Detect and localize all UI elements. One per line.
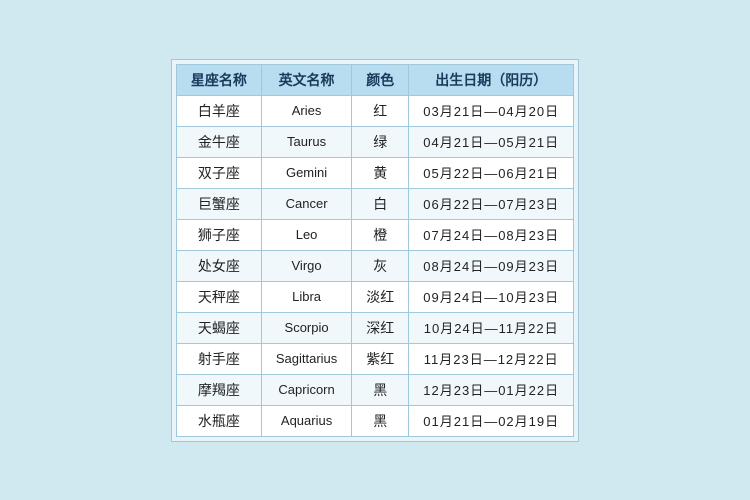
cell-chinese-name: 金牛座 (176, 126, 261, 157)
cell-color: 灰 (352, 250, 409, 281)
cell-color: 深红 (352, 312, 409, 343)
cell-color: 红 (352, 95, 409, 126)
cell-english-name: Capricorn (261, 374, 351, 405)
cell-color: 白 (352, 188, 409, 219)
cell-english-name: Scorpio (261, 312, 351, 343)
cell-date: 04月21日—05月21日 (409, 126, 574, 157)
table-row: 白羊座Aries红03月21日—04月20日 (176, 95, 573, 126)
cell-english-name: Cancer (261, 188, 351, 219)
table-row: 天蝎座Scorpio深红10月24日—11月22日 (176, 312, 573, 343)
cell-date: 11月23日—12月22日 (409, 343, 574, 374)
cell-english-name: Libra (261, 281, 351, 312)
cell-chinese-name: 水瓶座 (176, 405, 261, 436)
zodiac-table: 星座名称 英文名称 颜色 出生日期（阳历） 白羊座Aries红03月21日—04… (176, 64, 574, 437)
table-row: 狮子座Leo橙07月24日—08月23日 (176, 219, 573, 250)
zodiac-table-body: 白羊座Aries红03月21日—04月20日金牛座Taurus绿04月21日—0… (176, 95, 573, 436)
cell-date: 08月24日—09月23日 (409, 250, 574, 281)
cell-date: 01月21日—02月19日 (409, 405, 574, 436)
cell-english-name: Virgo (261, 250, 351, 281)
table-row: 处女座Virgo灰08月24日—09月23日 (176, 250, 573, 281)
cell-english-name: Gemini (261, 157, 351, 188)
cell-chinese-name: 射手座 (176, 343, 261, 374)
cell-english-name: Leo (261, 219, 351, 250)
cell-color: 橙 (352, 219, 409, 250)
table-header-row: 星座名称 英文名称 颜色 出生日期（阳历） (176, 64, 573, 95)
cell-date: 09月24日—10月23日 (409, 281, 574, 312)
cell-date: 03月21日—04月20日 (409, 95, 574, 126)
cell-date: 10月24日—11月22日 (409, 312, 574, 343)
cell-english-name: Aries (261, 95, 351, 126)
cell-date: 12月23日—01月22日 (409, 374, 574, 405)
cell-chinese-name: 狮子座 (176, 219, 261, 250)
header-color: 颜色 (352, 64, 409, 95)
header-birthdate: 出生日期（阳历） (409, 64, 574, 95)
cell-english-name: Aquarius (261, 405, 351, 436)
cell-date: 05月22日—06月21日 (409, 157, 574, 188)
table-row: 天秤座Libra淡红09月24日—10月23日 (176, 281, 573, 312)
table-row: 摩羯座Capricorn黑12月23日—01月22日 (176, 374, 573, 405)
zodiac-table-container: 星座名称 英文名称 颜色 出生日期（阳历） 白羊座Aries红03月21日—04… (171, 59, 579, 442)
cell-color: 淡红 (352, 281, 409, 312)
cell-english-name: Taurus (261, 126, 351, 157)
cell-color: 绿 (352, 126, 409, 157)
cell-chinese-name: 摩羯座 (176, 374, 261, 405)
cell-color: 紫红 (352, 343, 409, 374)
cell-color: 黄 (352, 157, 409, 188)
cell-chinese-name: 白羊座 (176, 95, 261, 126)
header-chinese-name: 星座名称 (176, 64, 261, 95)
table-row: 巨蟹座Cancer白06月22日—07月23日 (176, 188, 573, 219)
table-row: 射手座Sagittarius紫红11月23日—12月22日 (176, 343, 573, 374)
cell-chinese-name: 双子座 (176, 157, 261, 188)
cell-chinese-name: 处女座 (176, 250, 261, 281)
cell-date: 06月22日—07月23日 (409, 188, 574, 219)
cell-chinese-name: 天蝎座 (176, 312, 261, 343)
cell-color: 黑 (352, 405, 409, 436)
header-english-name: 英文名称 (261, 64, 351, 95)
cell-english-name: Sagittarius (261, 343, 351, 374)
table-row: 双子座Gemini黄05月22日—06月21日 (176, 157, 573, 188)
table-row: 水瓶座Aquarius黑01月21日—02月19日 (176, 405, 573, 436)
cell-chinese-name: 巨蟹座 (176, 188, 261, 219)
cell-chinese-name: 天秤座 (176, 281, 261, 312)
table-row: 金牛座Taurus绿04月21日—05月21日 (176, 126, 573, 157)
cell-date: 07月24日—08月23日 (409, 219, 574, 250)
cell-color: 黑 (352, 374, 409, 405)
